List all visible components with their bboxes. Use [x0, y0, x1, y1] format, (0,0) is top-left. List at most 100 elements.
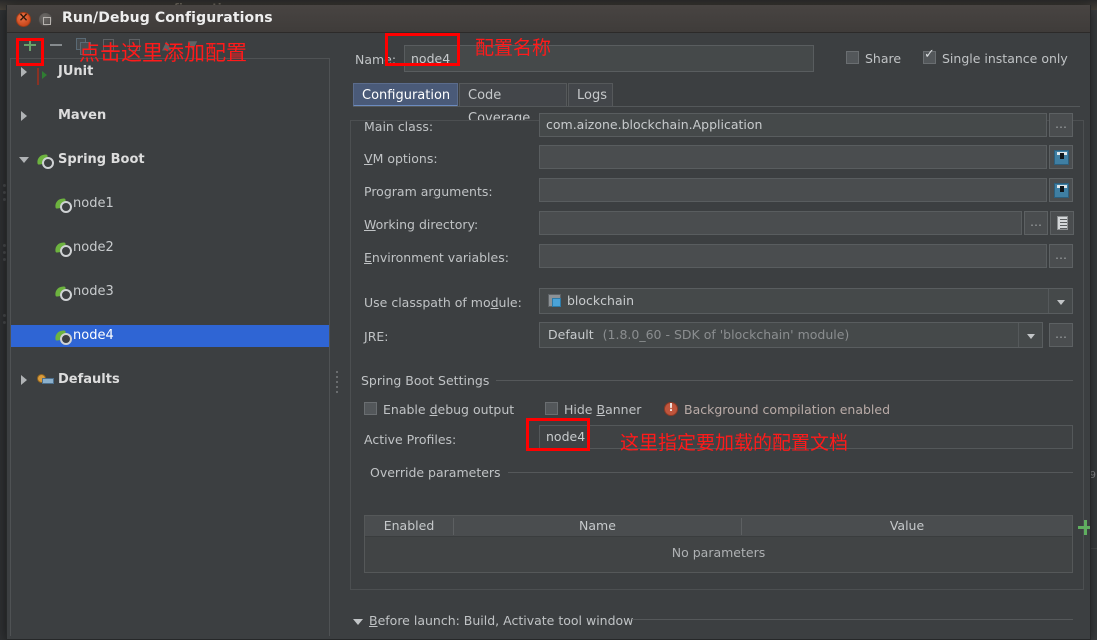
tree-item-node2[interactable]: node2 [11, 237, 329, 259]
jre-label: JRE: [364, 329, 389, 344]
name-input[interactable]: node4 [404, 45, 814, 72]
tree-item-label: Defaults [58, 372, 120, 387]
configurations-tree-panel: ▲ ▼ JUnit Maven Spring Boot node1 node2 … [7, 33, 333, 639]
tab-code-coverage[interactable]: Code Coverage [459, 83, 567, 126]
splitter-grip[interactable] [336, 368, 338, 396]
chevron-right-icon[interactable] [19, 67, 29, 77]
table-header-row: Enabled Name Value [365, 516, 1072, 537]
tree-item-node4[interactable]: node4 [11, 325, 329, 347]
defaults-icon [37, 373, 52, 388]
tree-item-defaults[interactable]: Defaults [11, 369, 329, 391]
list-icon [1057, 216, 1068, 230]
tree-item-label: Spring Boot [58, 152, 145, 167]
warning-icon [664, 401, 678, 416]
jre-select[interactable]: Default (1.8.0_60 - SDK of 'blockchain' … [539, 322, 1043, 348]
single-instance-checkbox[interactable] [923, 47, 936, 64]
expand-editor-icon [1054, 183, 1069, 198]
tree-item-node3[interactable]: node3 [11, 281, 329, 303]
add-configuration-button[interactable] [21, 36, 39, 54]
maximize-icon[interactable] [38, 12, 53, 27]
tree-item-label: Maven [58, 108, 107, 123]
annotation-active-profiles: 这里指定要加载的配置文档 [620, 432, 849, 454]
configurations-tree[interactable]: JUnit Maven Spring Boot node1 node2 node… [10, 58, 330, 636]
tree-item-label: node4 [73, 328, 114, 343]
remove-configuration-button[interactable] [47, 36, 65, 54]
section-divider [465, 380, 1073, 381]
tree-item-spring-boot[interactable]: Spring Boot [11, 149, 329, 171]
environment-variables-browse-button[interactable] [1049, 244, 1073, 268]
share-checkbox[interactable] [846, 51, 859, 64]
single-instance-label: Single instance only [942, 51, 1068, 66]
working-directory-browse-button[interactable] [1024, 211, 1048, 235]
name-label: Name: [355, 52, 397, 67]
tree-item-maven[interactable]: Maven [11, 105, 329, 127]
close-icon[interactable] [16, 10, 31, 27]
override-parameters-table[interactable]: Enabled Name Value No parameters » [364, 515, 1090, 573]
add-parameter-button[interactable] [1074, 516, 1090, 540]
column-header-value[interactable]: Value [742, 516, 1072, 536]
chevron-down-icon[interactable] [353, 619, 363, 625]
working-directory-input[interactable] [539, 211, 1022, 235]
enable-debug-output-label: Enable debug output [383, 402, 515, 417]
environment-variables-input[interactable] [539, 244, 1047, 268]
spring-icon [55, 285, 70, 300]
enable-debug-output-checkbox[interactable] [364, 402, 377, 415]
spring-boot-settings-title: Spring Boot Settings [361, 373, 497, 388]
active-profiles-label: Active Profiles: [364, 432, 457, 447]
chevron-down-icon[interactable] [1048, 289, 1072, 313]
chevron-right-icon[interactable] [19, 375, 29, 385]
program-arguments-input[interactable] [539, 178, 1047, 202]
column-header-enabled[interactable]: Enabled [365, 516, 453, 536]
junit-icon [37, 65, 52, 85]
annotation-add-config: 点击这里添加配置 [79, 41, 247, 65]
spring-icon [37, 153, 52, 168]
expand-editor-icon [1054, 150, 1069, 165]
section-divider [632, 619, 1073, 620]
tab-underline [353, 106, 1080, 107]
expand-more-icon[interactable]: » [1089, 548, 1090, 561]
working-directory-macros-button[interactable] [1050, 211, 1074, 235]
before-launch-label: Before launch: Build, Activate tool wind… [369, 613, 634, 628]
annotation-config-name: 配置名称 [475, 37, 552, 59]
jre-value-detail: (1.8.0_60 - SDK of 'blockchain' module) [602, 327, 850, 342]
background-compilation-label: Background compilation enabled [684, 402, 891, 417]
table-empty-message: No parameters [671, 545, 766, 560]
column-header-name[interactable]: Name [454, 516, 741, 536]
classpath-module-select[interactable]: blockchain [539, 288, 1073, 314]
program-arguments-expand-button[interactable] [1049, 178, 1073, 202]
module-icon [548, 294, 561, 307]
jre-value: Default [548, 327, 594, 342]
spring-icon [55, 329, 70, 344]
main-class-browse-button[interactable] [1049, 113, 1073, 137]
chevron-down-icon[interactable] [19, 155, 29, 165]
section-divider [482, 472, 1073, 473]
page-title: Run/Debug Configurations [62, 10, 273, 26]
tree-item-label: node2 [73, 240, 114, 255]
jre-browse-button[interactable] [1049, 323, 1073, 347]
tab-configuration[interactable]: Configuration [353, 83, 458, 107]
working-directory-label: Working directory: [364, 217, 479, 232]
chevron-down-icon[interactable] [1018, 323, 1042, 347]
hide-banner-checkbox[interactable] [545, 402, 558, 415]
main-class-label: Main class: [364, 119, 434, 134]
tree-item-label: node3 [73, 284, 114, 299]
tab-logs[interactable]: Logs [568, 83, 613, 107]
vm-options-label: VM options: [364, 151, 438, 166]
program-arguments-label: Program arguments: [364, 184, 493, 199]
panel-splitter[interactable] [333, 33, 342, 639]
maven-icon [37, 109, 52, 124]
classpath-module-label: Use classpath of module: [364, 295, 522, 310]
chevron-right-icon[interactable] [19, 111, 29, 121]
tree-item-label: node1 [73, 196, 114, 211]
spring-icon [55, 197, 70, 212]
vm-options-expand-button[interactable] [1049, 145, 1073, 169]
hide-banner-label: Hide Banner [564, 402, 642, 417]
run-debug-configurations-dialog: Run/Debug Configurations ▲ ▼ JUnit Mave [6, 5, 1091, 640]
dialog-titlebar: Run/Debug Configurations [7, 5, 1090, 33]
configuration-form: Name: node4 Share Single instance only C… [342, 33, 1090, 639]
spring-icon [55, 241, 70, 256]
main-class-input[interactable]: com.aizone.blockchain.Application [539, 113, 1047, 137]
tree-item-node1[interactable]: node1 [11, 193, 329, 215]
override-parameters-title: Override parameters [370, 465, 508, 480]
vm-options-input[interactable] [539, 145, 1047, 169]
